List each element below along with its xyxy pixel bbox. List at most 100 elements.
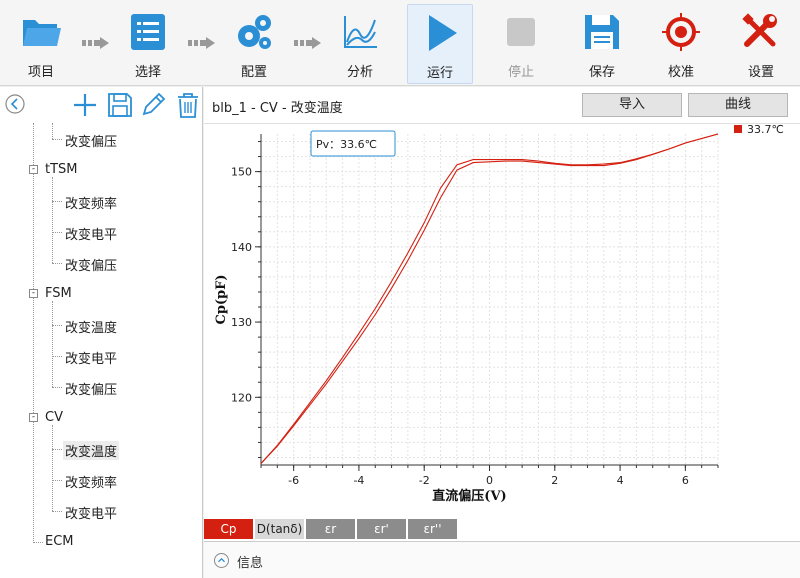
- tree-item[interactable]: 改变电平: [65, 224, 117, 243]
- x-tick-label: 6: [682, 474, 689, 487]
- project-tree-panel: 改变偏压 - tTSM 改变频率 改变电平 改变偏压 - FSM 改变温度 改变…: [0, 87, 203, 578]
- save-button[interactable]: 保存: [569, 4, 635, 84]
- tree-item[interactable]: 改变电平: [65, 503, 117, 522]
- tree-item[interactable]: 改变偏压: [65, 255, 117, 274]
- run-label: 运行: [426, 66, 453, 81]
- save-label: 保存: [588, 65, 615, 80]
- x-tick-label: 2: [551, 474, 558, 487]
- flow-arrow-icon: [294, 37, 321, 49]
- x-tick-label: -2: [419, 474, 430, 487]
- gears-icon: [238, 15, 271, 49]
- flow-arrow-icon: [82, 37, 109, 49]
- x-tick-label: 0: [486, 474, 493, 487]
- folder-icon: [23, 20, 61, 46]
- project-label: 项目: [27, 65, 54, 80]
- select-label: 选择: [134, 65, 161, 80]
- chart-panel: blb_1 - CV - 改变温度 导入 曲线 -6 -4 -2 0 2 4 6 120 130…: [204, 87, 800, 578]
- tree-connector: [52, 177, 53, 263]
- settings-button[interactable]: 设置: [728, 4, 794, 84]
- tree-toolbar: [0, 87, 203, 123]
- curve-button[interactable]: 曲线: [688, 93, 788, 117]
- tree-connector: [52, 356, 62, 357]
- project-button[interactable]: 项目: [8, 4, 74, 84]
- tree-connector: [52, 480, 62, 481]
- tree-item[interactable]: 改变偏压: [65, 379, 117, 398]
- info-bar[interactable]: 信息: [204, 541, 800, 578]
- legend-label: 33.7℃: [747, 124, 784, 136]
- tree-connector: [52, 201, 62, 202]
- tree-expander[interactable]: -: [29, 289, 38, 298]
- tree-connector: [52, 232, 62, 233]
- x-tick-label: 4: [617, 474, 624, 487]
- analysis-label: 分析: [346, 65, 373, 80]
- stop-icon: [507, 18, 535, 46]
- analysis-button[interactable]: 分析: [327, 4, 393, 84]
- stop-button[interactable]: 停止: [488, 4, 554, 84]
- tree-connector: [52, 325, 62, 326]
- x-axis-label: 直流偏压(V): [432, 488, 506, 504]
- tree-group-cv[interactable]: CV: [45, 410, 63, 425]
- tree-group-ecm[interactable]: ECM: [45, 534, 74, 549]
- y-tick-label: 120: [231, 391, 252, 404]
- tree-connector: [52, 263, 62, 264]
- tree-item[interactable]: 改变频率: [65, 472, 117, 491]
- tree-item[interactable]: 改变频率: [65, 193, 117, 212]
- chart-icon: [344, 16, 377, 48]
- tree-expander[interactable]: -: [29, 413, 38, 422]
- flow-arrow-icon: [188, 37, 215, 49]
- import-button[interactable]: 导入: [582, 93, 682, 117]
- target-icon: [662, 13, 700, 51]
- tab-er-prime[interactable]: εr': [357, 519, 407, 539]
- tree-connector: [52, 301, 53, 387]
- collapse-panel-icon[interactable]: [4, 93, 26, 115]
- y-tick-label: 150: [231, 166, 252, 179]
- tree-item[interactable]: 改变电平: [65, 348, 117, 367]
- info-label: 信息: [237, 556, 264, 571]
- tools-icon: [742, 13, 777, 47]
- add-icon[interactable]: [72, 92, 98, 118]
- cv-chart[interactable]: -6 -4 -2 0 2 4 6 120 130 140 150 直流偏压(V) Cp(pF) Pv：33…: [204, 123, 800, 520]
- tree-connector: [52, 449, 62, 450]
- expand-up-icon[interactable]: [214, 553, 229, 568]
- chart-area: -6 -4 -2 0 2 4 6 120 130 140 150 直流偏压(V) Cp(pF) Pv：33…: [204, 123, 800, 519]
- tab-cp[interactable]: Cp: [204, 519, 254, 539]
- play-icon: [429, 15, 457, 51]
- edit-icon[interactable]: [140, 92, 166, 118]
- delete-icon[interactable]: [175, 92, 201, 118]
- y-tick-label: 140: [231, 241, 252, 254]
- stop-label: 停止: [507, 65, 534, 80]
- tree-group-ttsm[interactable]: tTSM: [45, 162, 78, 177]
- calibrate-button[interactable]: 校准: [648, 4, 714, 84]
- save-icon: [585, 15, 619, 49]
- list-icon: [131, 14, 165, 50]
- tree-connector: [52, 511, 62, 512]
- config-button[interactable]: 配置: [221, 4, 287, 84]
- panel-title: blb_1 - CV - 改变温度: [212, 101, 343, 116]
- y-tick-label: 130: [231, 316, 252, 329]
- save-small-icon[interactable]: [107, 92, 133, 118]
- select-button[interactable]: 选择: [115, 4, 181, 84]
- tree-item[interactable]: 改变偏压: [65, 131, 117, 150]
- tree-item-selected[interactable]: 改变温度: [63, 441, 120, 460]
- x-tick-label: -6: [288, 474, 299, 487]
- main-toolbar: 项目 选择 配置 分析 运行 停止 保存 校准 设置: [0, 0, 800, 86]
- tab-er[interactable]: εr: [306, 519, 356, 539]
- measure-tabs: Cp D(tanδ) εr εr' εr'': [204, 519, 800, 539]
- x-tick-label: -4: [353, 474, 364, 487]
- settings-label: 设置: [747, 65, 774, 80]
- tab-er-double-prime[interactable]: εr'': [408, 519, 458, 539]
- tree-item[interactable]: 改变温度: [65, 317, 117, 336]
- tree-connector: [33, 123, 34, 543]
- tree-group-fsm[interactable]: FSM: [45, 286, 72, 301]
- tree-connector: [52, 139, 62, 140]
- tree-connector: [52, 425, 53, 511]
- tree-connector: [33, 542, 43, 543]
- run-button[interactable]: 运行: [407, 4, 473, 84]
- tab-d-tan[interactable]: D(tanδ): [255, 519, 305, 539]
- legend-swatch: [734, 125, 742, 133]
- y-axis-label: Cp(pF): [214, 274, 229, 324]
- tree-connector: [52, 387, 62, 388]
- cursor-value-label: Pv：33.6℃: [316, 138, 377, 151]
- calibrate-label: 校准: [667, 65, 694, 80]
- tree-expander[interactable]: -: [29, 165, 38, 174]
